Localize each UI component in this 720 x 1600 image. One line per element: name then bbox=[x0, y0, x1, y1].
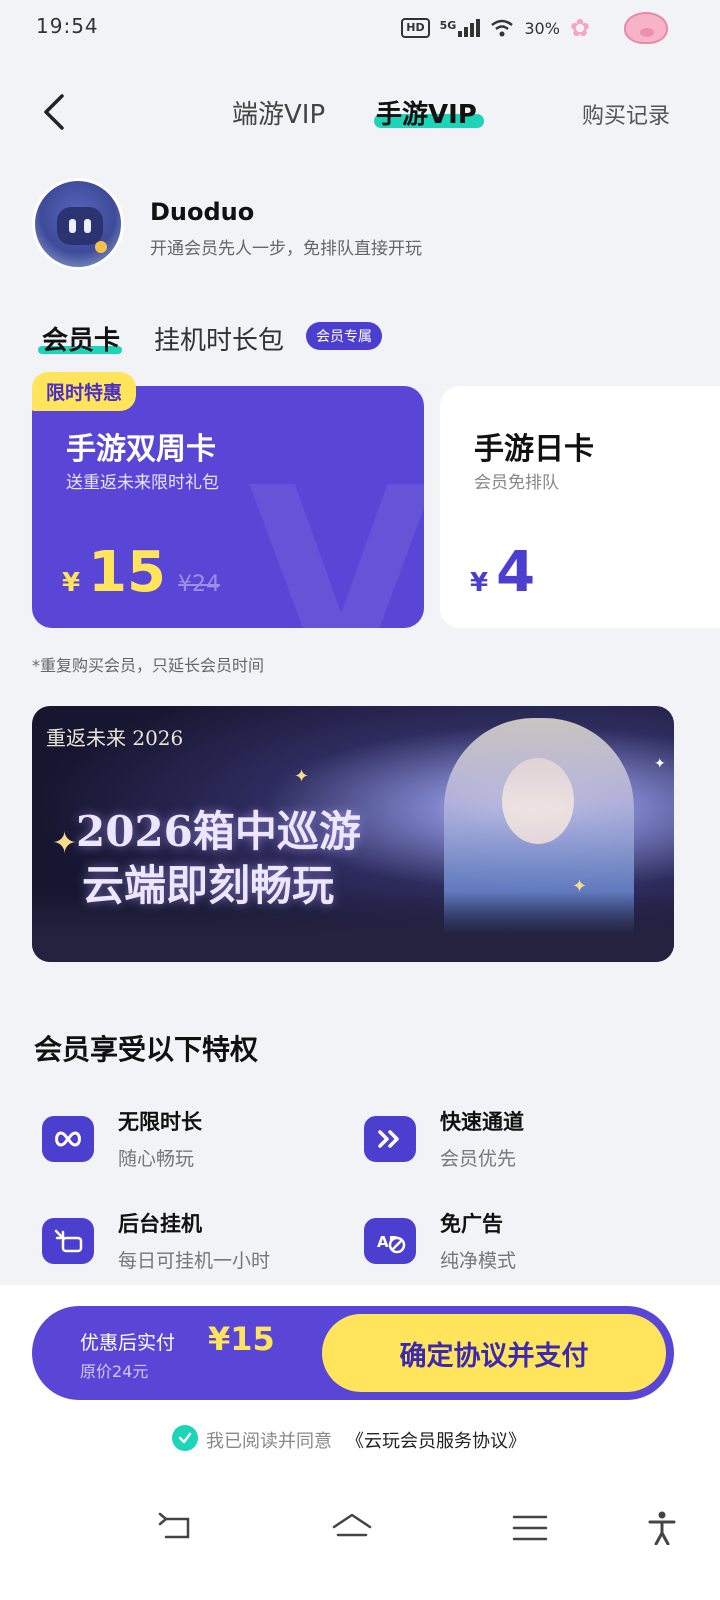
accessibility-icon bbox=[648, 1511, 676, 1545]
nav-back-button[interactable] bbox=[146, 1508, 206, 1548]
username: Duoduo bbox=[150, 198, 255, 226]
privilege-name: 免广告 bbox=[440, 1212, 503, 1236]
privilege-name: 后台挂机 bbox=[118, 1212, 202, 1236]
tab-member-card[interactable]: 会员卡 bbox=[42, 320, 120, 357]
plan-desc: 会员免排队 bbox=[474, 473, 559, 493]
chevron-left-icon bbox=[44, 94, 64, 130]
purchase-record-link[interactable]: 购买记录 bbox=[582, 98, 670, 130]
exclusive-badge: 会员专属 bbox=[306, 322, 382, 350]
fast-forward-icon bbox=[364, 1115, 416, 1162]
hd-badge: HD bbox=[401, 18, 430, 38]
privilege-name: 无限时长 bbox=[118, 1110, 202, 1134]
home-icon bbox=[332, 1513, 372, 1537]
confirm-pay-button[interactable]: 确定协议并支付 bbox=[322, 1314, 666, 1392]
privilege-desc: 纯净模式 bbox=[440, 1250, 517, 1272]
sparkle-icon: ✦ bbox=[294, 766, 310, 787]
nav-home-button[interactable] bbox=[322, 1508, 382, 1548]
currency-symbol: ¥ bbox=[62, 568, 81, 598]
service-agreement-link[interactable]: 《云玩会员服务协议》 bbox=[346, 1427, 526, 1453]
banner-game-logo: 重返未来 2026 bbox=[46, 726, 184, 750]
plan-card-daily[interactable]: 手游日卡 会员免排队 ¥ 4 bbox=[440, 386, 720, 628]
privilege-name: 快速通道 bbox=[440, 1110, 524, 1134]
pig-icon bbox=[624, 12, 668, 44]
battery-text: 30% bbox=[524, 18, 560, 38]
plan-desc: 送重返未来限时礼包 bbox=[66, 473, 219, 493]
plan-price: ¥ 15 ¥24 bbox=[62, 540, 220, 605]
no-ads-icon: AD bbox=[364, 1217, 416, 1264]
privilege-no-ads: AD 免广告纯净模式 bbox=[364, 1208, 516, 1273]
plan-title: 手游日卡 bbox=[474, 432, 594, 467]
network-type: 5G bbox=[439, 19, 457, 32]
back-button[interactable] bbox=[34, 88, 74, 136]
menu-icon bbox=[512, 1515, 548, 1541]
banner-headline: 2026箱中巡游 bbox=[76, 807, 361, 856]
promo-banner[interactable]: ✦ ✦ ✦ ✦ 重返未来 2026 2026箱中巡游 云端即刻畅玩 bbox=[32, 706, 674, 962]
plan-title: 手游双周卡 bbox=[66, 432, 216, 467]
privilege-desc: 随心畅玩 bbox=[118, 1148, 195, 1170]
plan-card-biweekly[interactable]: V 手游双周卡 送重返未来限时礼包 ¥ 15 ¥24 bbox=[32, 386, 424, 628]
wifi-icon bbox=[491, 19, 514, 37]
agree-text: 我已阅读并同意 bbox=[206, 1431, 332, 1452]
currency-symbol: ¥ bbox=[470, 568, 489, 598]
tab-mobile-vip[interactable]: 手游VIP bbox=[376, 94, 477, 131]
card-watermark-logo: V bbox=[248, 436, 424, 628]
status-time: 19:54 bbox=[36, 14, 99, 38]
user-subtitle: 开通会员先人一步，免排队直接开玩 bbox=[150, 239, 422, 259]
original-price: ¥24 bbox=[178, 572, 221, 597]
tab-member-card-label: 会员卡 bbox=[42, 326, 121, 356]
repeat-purchase-note: *重复购买会员，只延长会员时间 bbox=[32, 656, 265, 675]
privileges-title: 会员享受以下特权 bbox=[34, 1033, 259, 1066]
tab-mobile-vip-label: 手游VIP bbox=[376, 100, 477, 130]
sparkle-icon: ✦ bbox=[572, 876, 588, 897]
nav-accessibility-button[interactable] bbox=[632, 1508, 692, 1548]
pay-amount: ¥15 bbox=[208, 1320, 275, 1358]
pay-original-price: 原价24元 bbox=[80, 1362, 149, 1381]
privilege-unlimited-time: 无限时长 随心畅玩 bbox=[42, 1106, 202, 1171]
price-value: 4 bbox=[496, 540, 536, 605]
tab-pc-vip[interactable]: 端游VIP bbox=[232, 94, 325, 131]
signal-icon: 5G bbox=[440, 19, 481, 37]
return-icon bbox=[158, 1512, 190, 1539]
privilege-fast-lane: 快速通道 会员优先 bbox=[364, 1106, 524, 1171]
nav-menu-button[interactable] bbox=[500, 1508, 560, 1548]
picture-in-picture-icon bbox=[42, 1217, 94, 1264]
banner-subheadline: 云端即刻畅玩 bbox=[82, 861, 335, 910]
privilege-desc: 会员优先 bbox=[440, 1148, 517, 1170]
status-indicators: HD 5G 30% ✿ bbox=[401, 14, 590, 42]
infinity-icon bbox=[42, 1115, 94, 1162]
sparkle-icon: ✦ bbox=[654, 756, 666, 772]
limited-offer-tag: 限时特惠 bbox=[32, 372, 137, 411]
avatar bbox=[32, 178, 124, 270]
privilege-desc: 每日可挂机一小时 bbox=[118, 1250, 271, 1272]
tab-idle-pack[interactable]: 挂机时长包 bbox=[154, 320, 284, 357]
agree-checkbox[interactable] bbox=[172, 1425, 198, 1451]
price-value: 15 bbox=[88, 540, 167, 605]
plan-price: ¥ 4 bbox=[470, 540, 535, 605]
flower-icon: ✿ bbox=[569, 14, 590, 42]
pay-label: 优惠后实付 bbox=[80, 1332, 176, 1354]
privilege-background-idle: 后台挂机每日可挂机一小时 bbox=[42, 1208, 270, 1273]
sparkle-icon: ✦ bbox=[52, 826, 78, 861]
check-icon bbox=[178, 1432, 192, 1444]
